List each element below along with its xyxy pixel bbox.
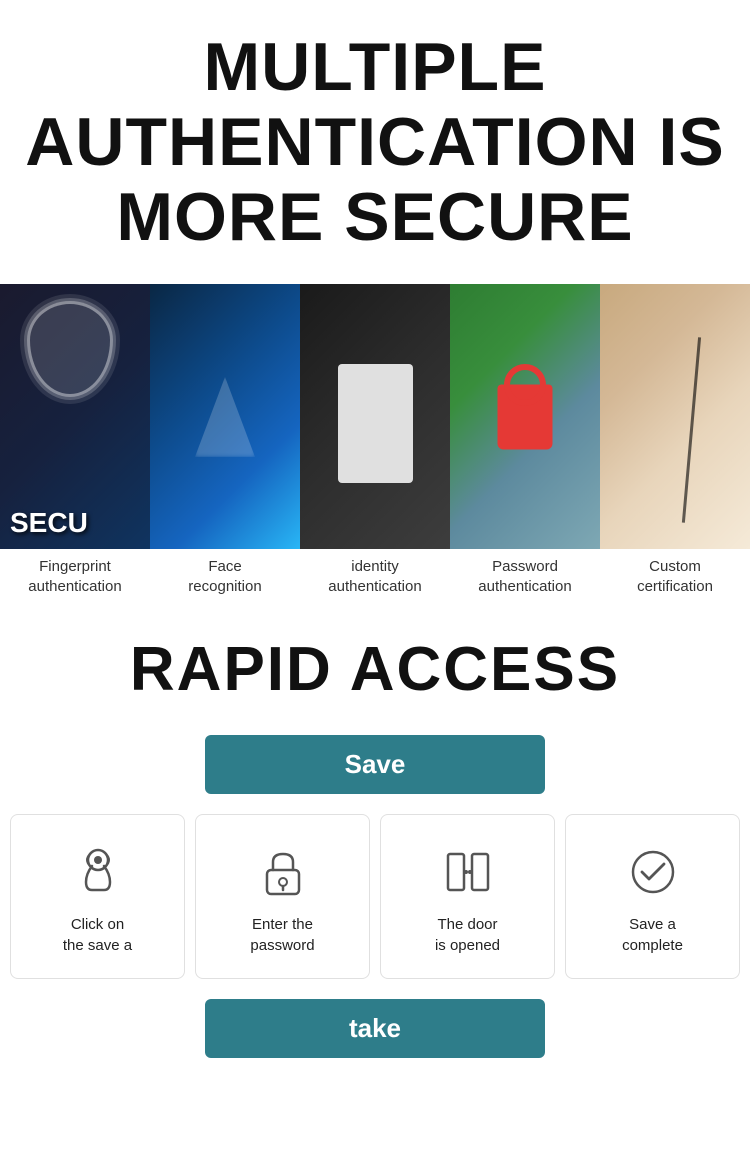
finger-touch-icon xyxy=(68,842,128,902)
step-2-text: Enter the password xyxy=(250,914,314,956)
identity-label: identity authentication xyxy=(324,549,425,604)
step-card-4: Save a complete xyxy=(565,814,740,979)
main-title: MULTIPLE AUTHENTICATION IS MORE SECURE xyxy=(20,30,730,254)
gallery-item-identity: identity authentication xyxy=(300,284,450,604)
step-card-2: Enter the password xyxy=(195,814,370,979)
face-label: Face recognition xyxy=(184,549,265,604)
title-line2: AUTHENTICATION IS xyxy=(25,104,725,180)
custom-image xyxy=(600,284,750,549)
title-line1: MULTIPLE xyxy=(204,29,547,105)
rapid-title: RAPID ACCESS xyxy=(20,634,730,705)
save-button[interactable]: Save xyxy=(205,735,545,794)
gallery-section: SECU Fingerprint authentication Face rec… xyxy=(0,284,750,604)
take-button[interactable]: take xyxy=(205,999,545,1058)
check-circle-icon xyxy=(623,842,683,902)
steps-row: Click on the save a Enter the password xyxy=(0,814,750,979)
title-line3: MORE SECURE xyxy=(116,179,633,255)
save-button-wrapper: Save xyxy=(0,735,750,794)
custom-label: Custom certification xyxy=(633,549,717,604)
face-image xyxy=(150,284,300,549)
rapid-section: RAPID ACCESS xyxy=(0,604,750,720)
secu-overlay: SECU xyxy=(10,507,88,539)
fingerprint-image: SECU xyxy=(0,284,150,549)
identity-image xyxy=(300,284,450,549)
gallery-item-custom: Custom certification xyxy=(600,284,750,604)
step-1-text: Click on the save a xyxy=(63,914,132,956)
gallery-item-fingerprint: SECU Fingerprint authentication xyxy=(0,284,150,604)
gallery-item-password: Password authentication xyxy=(450,284,600,604)
password-label: Password authentication xyxy=(474,549,575,604)
step-card-1: Click on the save a xyxy=(10,814,185,979)
gallery-item-face: Face recognition xyxy=(150,284,300,604)
door-icon xyxy=(438,842,498,902)
step-card-3: The door is opened xyxy=(380,814,555,979)
header-section: MULTIPLE AUTHENTICATION IS MORE SECURE xyxy=(0,0,750,274)
take-button-wrapper: take xyxy=(0,999,750,1058)
step-3-text: The door is opened xyxy=(435,914,500,956)
fingerprint-label: Fingerprint authentication xyxy=(24,549,125,604)
step-4-text: Save a complete xyxy=(622,914,683,956)
password-image xyxy=(450,284,600,549)
padlock-icon xyxy=(253,842,313,902)
